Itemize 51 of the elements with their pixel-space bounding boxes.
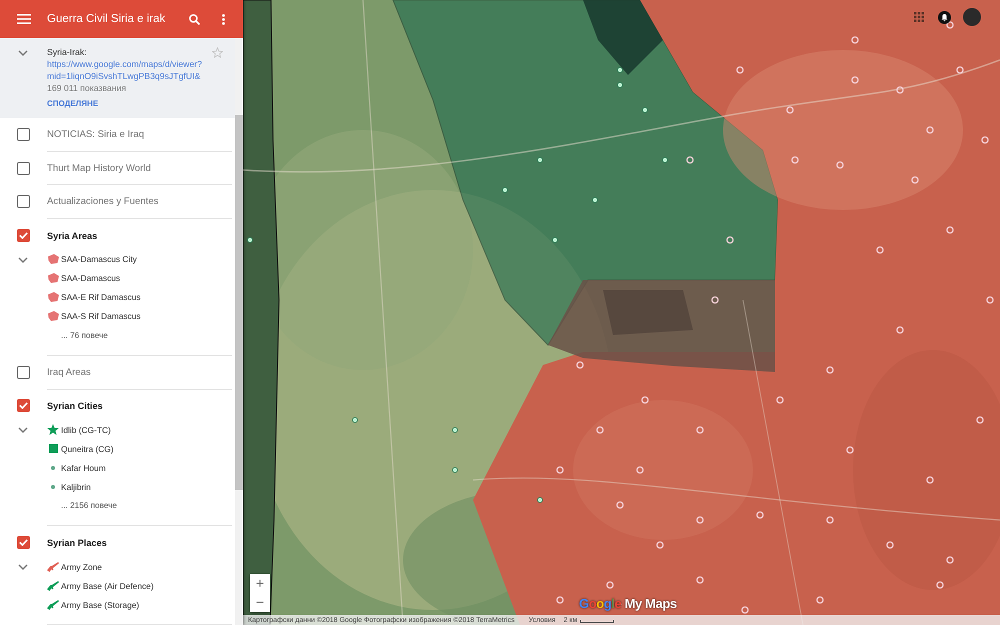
more-icon[interactable] xyxy=(222,14,225,24)
feature-item[interactable]: SAA-Damascus City xyxy=(47,250,137,269)
layer-name: Thurt Map History World xyxy=(47,162,151,174)
chevron-icon[interactable] xyxy=(18,564,28,570)
feature-item[interactable]: Army Base (Air Defence) xyxy=(47,576,154,596)
more-link[interactable]: ... 76 повече xyxy=(61,326,108,345)
checkbox[interactable] xyxy=(17,536,30,550)
checkmark-icon xyxy=(19,402,28,410)
zoom-out-button[interactable]: − xyxy=(250,593,270,612)
zoom-in-button[interactable]: + xyxy=(250,574,270,593)
layer-name: Iraq Areas xyxy=(47,366,91,378)
chevron-icon[interactable] xyxy=(18,256,28,263)
feature-item[interactable]: SAA-E Rif Damascus xyxy=(47,288,141,307)
checkbox[interactable] xyxy=(17,162,30,175)
layer-name: NOTICIAS: Siria e Iraq xyxy=(47,128,144,140)
feature-item[interactable]: Idlib (CG-TC) xyxy=(47,420,111,440)
checkbox[interactable] xyxy=(17,366,30,379)
map-link[interactable]: https://www.google.com/maps/d/viewer?mid=1liqnO9iSvshTLwgPB3q9sJTgfUI& xyxy=(47,58,209,82)
search-icon[interactable] xyxy=(189,14,200,24)
view-count: 169 011 показвания xyxy=(47,82,126,94)
checkbox[interactable] xyxy=(17,229,30,242)
share-link[interactable]: СПОДЕЛЯНЕ xyxy=(47,98,98,110)
feature-item[interactable]: SAA-S Rif Damascus xyxy=(47,306,141,326)
chevron-icon[interactable] xyxy=(18,427,28,434)
scrollbar[interactable] xyxy=(235,38,243,625)
map-name: Syria-Irak: xyxy=(47,46,87,58)
feature-item[interactable]: Kafar Houm xyxy=(47,458,106,478)
feature-item[interactable]: Army Zone xyxy=(47,557,102,576)
checkbox[interactable] xyxy=(17,399,30,412)
checkmark-icon xyxy=(19,232,28,240)
feature-item[interactable]: Kaljibrin xyxy=(47,477,91,496)
apps-grid-icon[interactable] xyxy=(914,12,924,22)
layer-name: Syrian Places xyxy=(47,538,107,548)
layer-name: Syrian Cities xyxy=(47,400,103,411)
feature-item[interactable]: Army Base (Storage) xyxy=(47,595,140,614)
more-link[interactable]: ... 2156 повече xyxy=(61,496,117,516)
avatar-icon[interactable] xyxy=(963,8,981,26)
chevron-icon[interactable] xyxy=(18,50,28,56)
layer-name: Syria Areas xyxy=(47,230,98,241)
app-title: Guerra Civil Siria e irak xyxy=(47,13,166,25)
bell-icon[interactable] xyxy=(938,10,951,24)
menu-icon[interactable] xyxy=(17,14,31,24)
star-icon[interactable] xyxy=(212,47,223,58)
checkbox[interactable] xyxy=(17,128,30,141)
checkmark-icon xyxy=(19,539,28,546)
scrollbar-thumb[interactable] xyxy=(235,115,243,490)
feature-item[interactable]: Quneitra (CG) xyxy=(47,439,114,458)
layer-name: Actualizaciones y Fuentes xyxy=(47,196,158,208)
checkbox[interactable] xyxy=(17,195,30,208)
feature-item[interactable]: SAA-Damascus xyxy=(47,268,120,288)
scale-bar xyxy=(580,620,614,622)
